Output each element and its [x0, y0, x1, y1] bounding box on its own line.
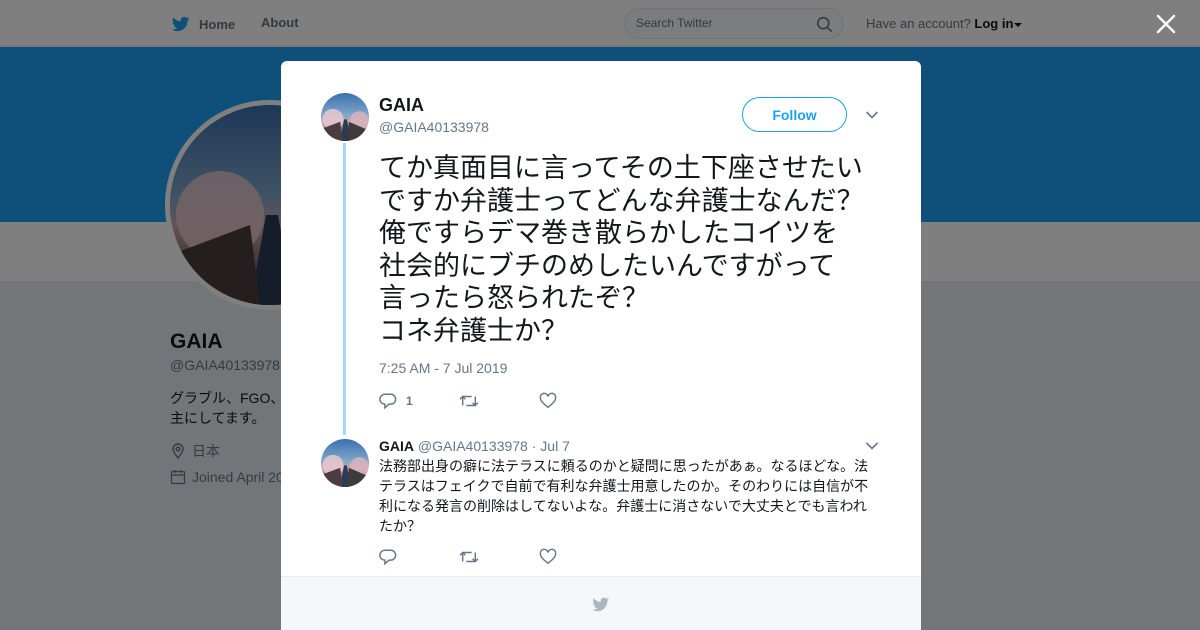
reply-icon	[379, 393, 397, 410]
reply-text: 法務部出身の癖に法テラスに頼るのかと疑問に思ったがあぁ。なるほどな。法テラスはフ…	[379, 459, 869, 535]
chevron-down-icon[interactable]	[865, 110, 879, 120]
tweet-modal: GAIA @GAIA40133978 Follow てか真面目に言ってその土下座…	[281, 61, 921, 630]
reply-count: 1	[406, 394, 413, 408]
avatar-image	[321, 93, 369, 141]
tweet-timestamp[interactable]: 7:25 AM - 7 Jul 2019	[379, 360, 507, 376]
reply-button[interactable]: 1	[379, 392, 459, 410]
close-icon[interactable]	[1155, 13, 1177, 35]
heart-icon	[539, 392, 557, 409]
reply-author-handle[interactable]: @GAIA40133978	[418, 438, 528, 454]
retweet-icon	[459, 395, 479, 407]
avatar-image	[321, 439, 369, 487]
modal-footer	[281, 576, 921, 630]
reply-icon	[379, 549, 397, 566]
twitter-bird-icon	[591, 596, 611, 613]
reply-author-name[interactable]: GAIA	[379, 438, 414, 454]
tweet-author-avatar[interactable]	[321, 93, 369, 141]
reply-date[interactable]: · Jul 7	[532, 438, 570, 454]
heart-icon	[539, 548, 557, 565]
tweet-text: てか真面目に言ってその土下座させたい ですか弁護士ってどんな弁護士なんだ？ 俺で…	[379, 153, 864, 347]
tweet-author-handle[interactable]: @GAIA40133978	[379, 119, 489, 135]
tweet-actions: 1	[379, 392, 619, 410]
reply-button[interactable]	[379, 548, 459, 566]
reply-actions	[379, 548, 619, 566]
retweet-icon	[459, 551, 479, 563]
follow-button[interactable]: Follow	[742, 97, 847, 132]
tweet-author-name[interactable]: GAIA	[379, 95, 424, 116]
like-button[interactable]	[539, 392, 619, 410]
reply-author-avatar[interactable]	[321, 439, 369, 487]
like-button[interactable]	[539, 548, 619, 566]
retweet-button[interactable]	[459, 392, 539, 410]
thread-line	[343, 143, 346, 435]
chevron-down-icon[interactable]	[865, 441, 879, 451]
reply-header: GAIA @GAIA40133978 · Jul 7	[379, 438, 570, 454]
retweet-button[interactable]	[459, 548, 539, 566]
